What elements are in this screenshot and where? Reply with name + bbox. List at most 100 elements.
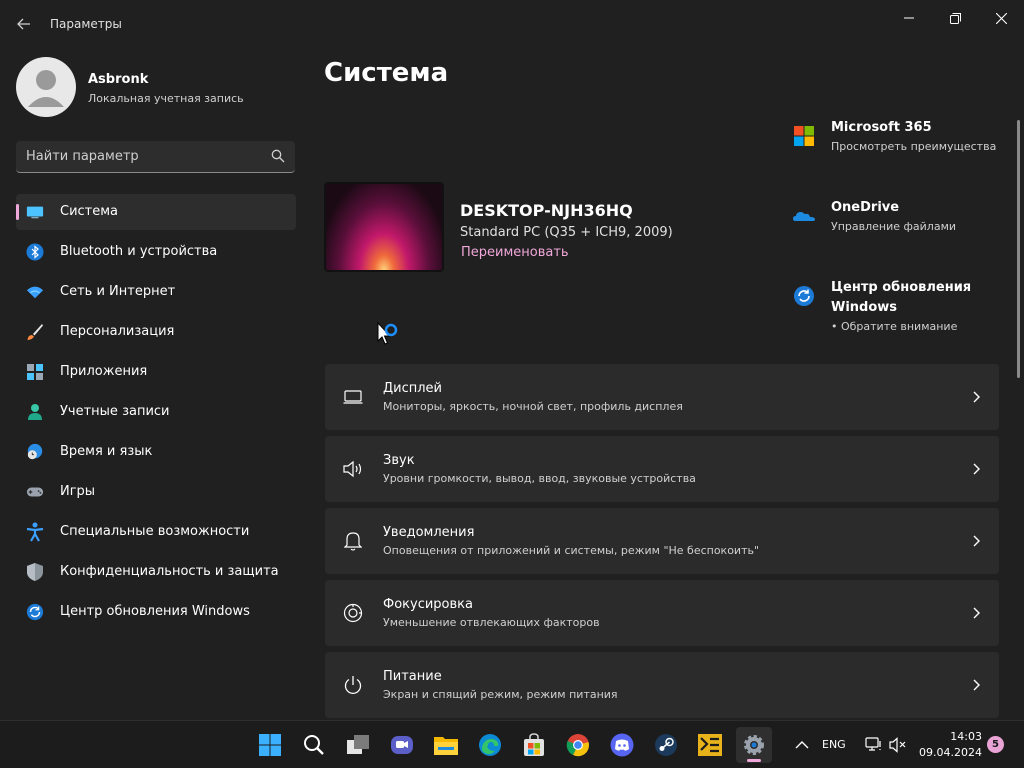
sidebar-item-privacy[interactable]: Конфиденциальность и защита (16, 554, 296, 590)
taskbar-steam-button[interactable] (648, 727, 684, 763)
search-input[interactable] (26, 141, 256, 172)
taskbar-store-button[interactable] (516, 727, 552, 763)
restore-icon (949, 12, 961, 24)
language-indicator[interactable]: ENG (822, 738, 846, 751)
taskbar-settings-button[interactable] (736, 727, 772, 763)
sidebar-item-label: Учетные записи (60, 404, 170, 419)
taskbar-task-view-button[interactable] (340, 727, 376, 763)
network-status-button[interactable] (864, 721, 884, 768)
sidebar-item-gaming[interactable]: Игры (16, 474, 296, 510)
onedrive-icon (793, 212, 815, 221)
back-button[interactable] (12, 12, 36, 36)
card-title: Дисплей (383, 381, 443, 396)
close-icon (995, 12, 1007, 24)
user-profile[interactable]: Asbronk Локальная учетная запись (16, 57, 286, 117)
chevron-right-icon (973, 535, 980, 547)
tray-overflow-button[interactable] (792, 721, 812, 768)
sidebar-item-windows-update[interactable]: Центр обновления Windows (16, 594, 296, 630)
title-bar: Параметры (0, 0, 1024, 48)
chrome-icon (566, 734, 589, 757)
quick-link-title: Центр обновления Windows (831, 280, 972, 315)
profile-account-type: Локальная учетная запись (88, 92, 244, 105)
sidebar-item-apps[interactable]: Приложения (16, 354, 296, 390)
restore-button[interactable] (932, 4, 978, 32)
brush-icon (26, 323, 44, 341)
rename-link[interactable]: Переименовать (461, 245, 569, 260)
sidebar-item-network[interactable]: Сеть и Интернет (16, 274, 296, 310)
clock-date[interactable]: 09.04.2024 (908, 746, 982, 759)
sidebar-item-system[interactable]: Система (16, 194, 296, 230)
settings-card-power[interactable]: Питание Экран и спящий режим, режим пита… (325, 652, 999, 718)
settings-card-focus[interactable]: Фокусировка Уменьшение отвлекающих факто… (325, 580, 999, 646)
chevron-right-icon (973, 391, 980, 403)
bell-icon (342, 530, 364, 552)
notification-badge[interactable]: 5 (987, 736, 1004, 753)
taskbar-chrome-button[interactable] (560, 727, 596, 763)
card-title: Фокусировка (383, 597, 473, 612)
app-icon (698, 734, 722, 756)
profile-name: Asbronk (88, 72, 149, 87)
sidebar-item-label: Игры (60, 484, 96, 499)
settings-card-sound[interactable]: Звук Уровни громкости, вывод, ввод, звук… (325, 436, 999, 502)
chevron-right-icon (973, 679, 980, 691)
search-icon[interactable] (271, 149, 285, 163)
taskbar-start-button[interactable] (252, 727, 288, 763)
minimize-icon (904, 17, 914, 19)
sidebar-item-label: Время и язык (60, 444, 153, 459)
scrollbar-thumb[interactable] (1017, 120, 1020, 378)
sidebar-item-time-language[interactable]: Время и язык (16, 434, 296, 470)
quick-link-subtitle: • Обратите внимание (831, 320, 958, 333)
windows-update-icon (794, 286, 814, 306)
focus-icon (342, 602, 364, 624)
teams-icon (391, 736, 413, 754)
user-silhouette-icon (28, 70, 64, 107)
sidebar-item-label: Приложения (60, 364, 148, 379)
update-icon (26, 603, 44, 621)
taskbar-discord-button[interactable] (604, 727, 640, 763)
page-title: Система (324, 58, 449, 88)
explorer-icon (434, 737, 458, 755)
shield-icon (26, 563, 44, 581)
volume-muted-icon (889, 737, 906, 753)
sidebar-item-bluetooth[interactable]: Bluetooth и устройства (16, 234, 296, 270)
volume-status-button[interactable] (888, 721, 908, 768)
sidebar-item-label: Система (60, 204, 119, 219)
sidebar-item-label: Центр обновления Windows (60, 604, 250, 619)
card-subtitle: Экран и спящий режим, режим питания (383, 688, 618, 701)
card-title: Уведомления (383, 525, 475, 540)
taskbar-explorer-button[interactable] (428, 727, 464, 763)
clock-time[interactable]: 14:03 (908, 730, 982, 743)
quick-link-title: OneDrive (831, 200, 900, 215)
taskbar-app-button[interactable] (692, 727, 728, 763)
sidebar-item-label: Конфиденциальность и защита (60, 564, 279, 579)
close-button[interactable] (978, 4, 1024, 32)
network-icon (865, 737, 881, 751)
display-icon (342, 386, 364, 408)
speaker-icon (342, 458, 364, 480)
card-subtitle: Мониторы, яркость, ночной свет, профиль … (383, 400, 683, 413)
sidebar-item-label: Сеть и Интернет (60, 284, 176, 299)
store-icon (524, 733, 544, 756)
taskbar-teams-button[interactable] (384, 727, 420, 763)
card-subtitle: Уровни громкости, вывод, ввод, звуковые … (383, 472, 696, 485)
quick-link-subtitle: Просмотреть преимущества (831, 140, 997, 153)
chevron-right-icon (973, 463, 980, 475)
chevron-right-icon (973, 607, 980, 619)
globe-clock-icon (26, 443, 44, 461)
settings-card-display[interactable]: Дисплей Мониторы, яркость, ночной свет, … (325, 364, 999, 430)
taskbar-search-button[interactable] (296, 727, 332, 763)
taskbar: ENG 14:03 09.04.2024 5 (0, 720, 1024, 768)
taskbar-edge-button[interactable] (472, 727, 508, 763)
person-icon (26, 403, 44, 421)
sidebar-item-accounts[interactable]: Учетные записи (16, 394, 296, 430)
power-icon (342, 674, 364, 696)
sidebar-item-accessibility[interactable]: Специальные возможности (16, 514, 296, 550)
card-subtitle: Уменьшение отвлекающих факторов (383, 616, 600, 629)
microsoft365-icon (794, 126, 814, 146)
discord-icon (610, 733, 634, 757)
busy-cursor-icon (377, 322, 398, 345)
minimize-button[interactable] (886, 4, 932, 32)
sidebar-item-personalization[interactable]: Персонализация (16, 314, 296, 350)
settings-card-notifications[interactable]: Уведомления Оповещения от приложений и с… (325, 508, 999, 574)
sidebar-item-label: Персонализация (60, 324, 175, 339)
